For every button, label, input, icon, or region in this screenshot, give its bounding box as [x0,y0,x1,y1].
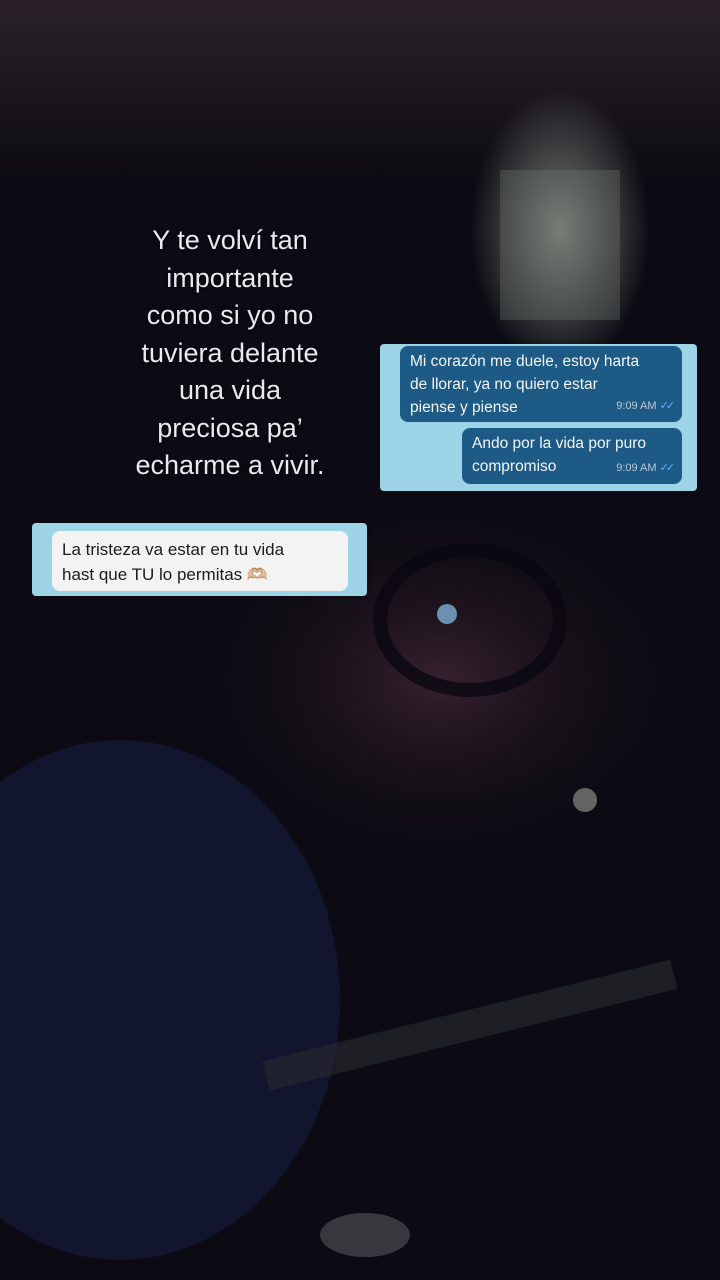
read-ticks-icon: ✓✓ [659,400,676,412]
sent-message: Mi corazón me duele, estoy harta de llor… [400,346,682,422]
caption-line: una vida [178,375,282,405]
caption-text: Y te volví tan importante como si yo no … [100,222,360,485]
time-text: 9:09 AM [616,400,657,412]
message-line: Mi corazón me duele, estoy harta [410,353,640,370]
message-line: de llorar, ya no quiero estar [410,376,598,393]
caption-line: preciosa pa’ [157,412,303,443]
message-line: hast que TU lo permitas 🫶🏼 [62,565,269,584]
message-time: 9:09 AM ✓✓ [616,395,676,418]
message-time: 9:09 AM ✓✓ [616,457,676,480]
chat-screenshot-right: Mi corazón me duele, estoy harta de llor… [380,344,697,491]
time-text: 9:09 AM [616,462,657,474]
sent-message: Ando por la vida por puro compromiso 9:0… [462,428,682,484]
caption-line: como si yo no [146,300,314,330]
received-message: La tristeza va estar en tu vida hast que… [52,531,348,591]
message-line: Ando por la vida por puro [472,435,647,452]
message-line: La tristeza va estar en tu vida [62,540,285,559]
read-ticks-icon: ✓✓ [659,462,676,474]
chat-screenshot-left: La tristeza va estar en tu vida hast que… [32,523,367,596]
caption-line: importante [166,262,294,293]
caption-line: Y te volví tan [152,225,308,255]
background-photo [0,0,720,1280]
caption-line: tuviera delante [141,337,319,368]
caption-line: echarme a vivir. [135,450,325,480]
